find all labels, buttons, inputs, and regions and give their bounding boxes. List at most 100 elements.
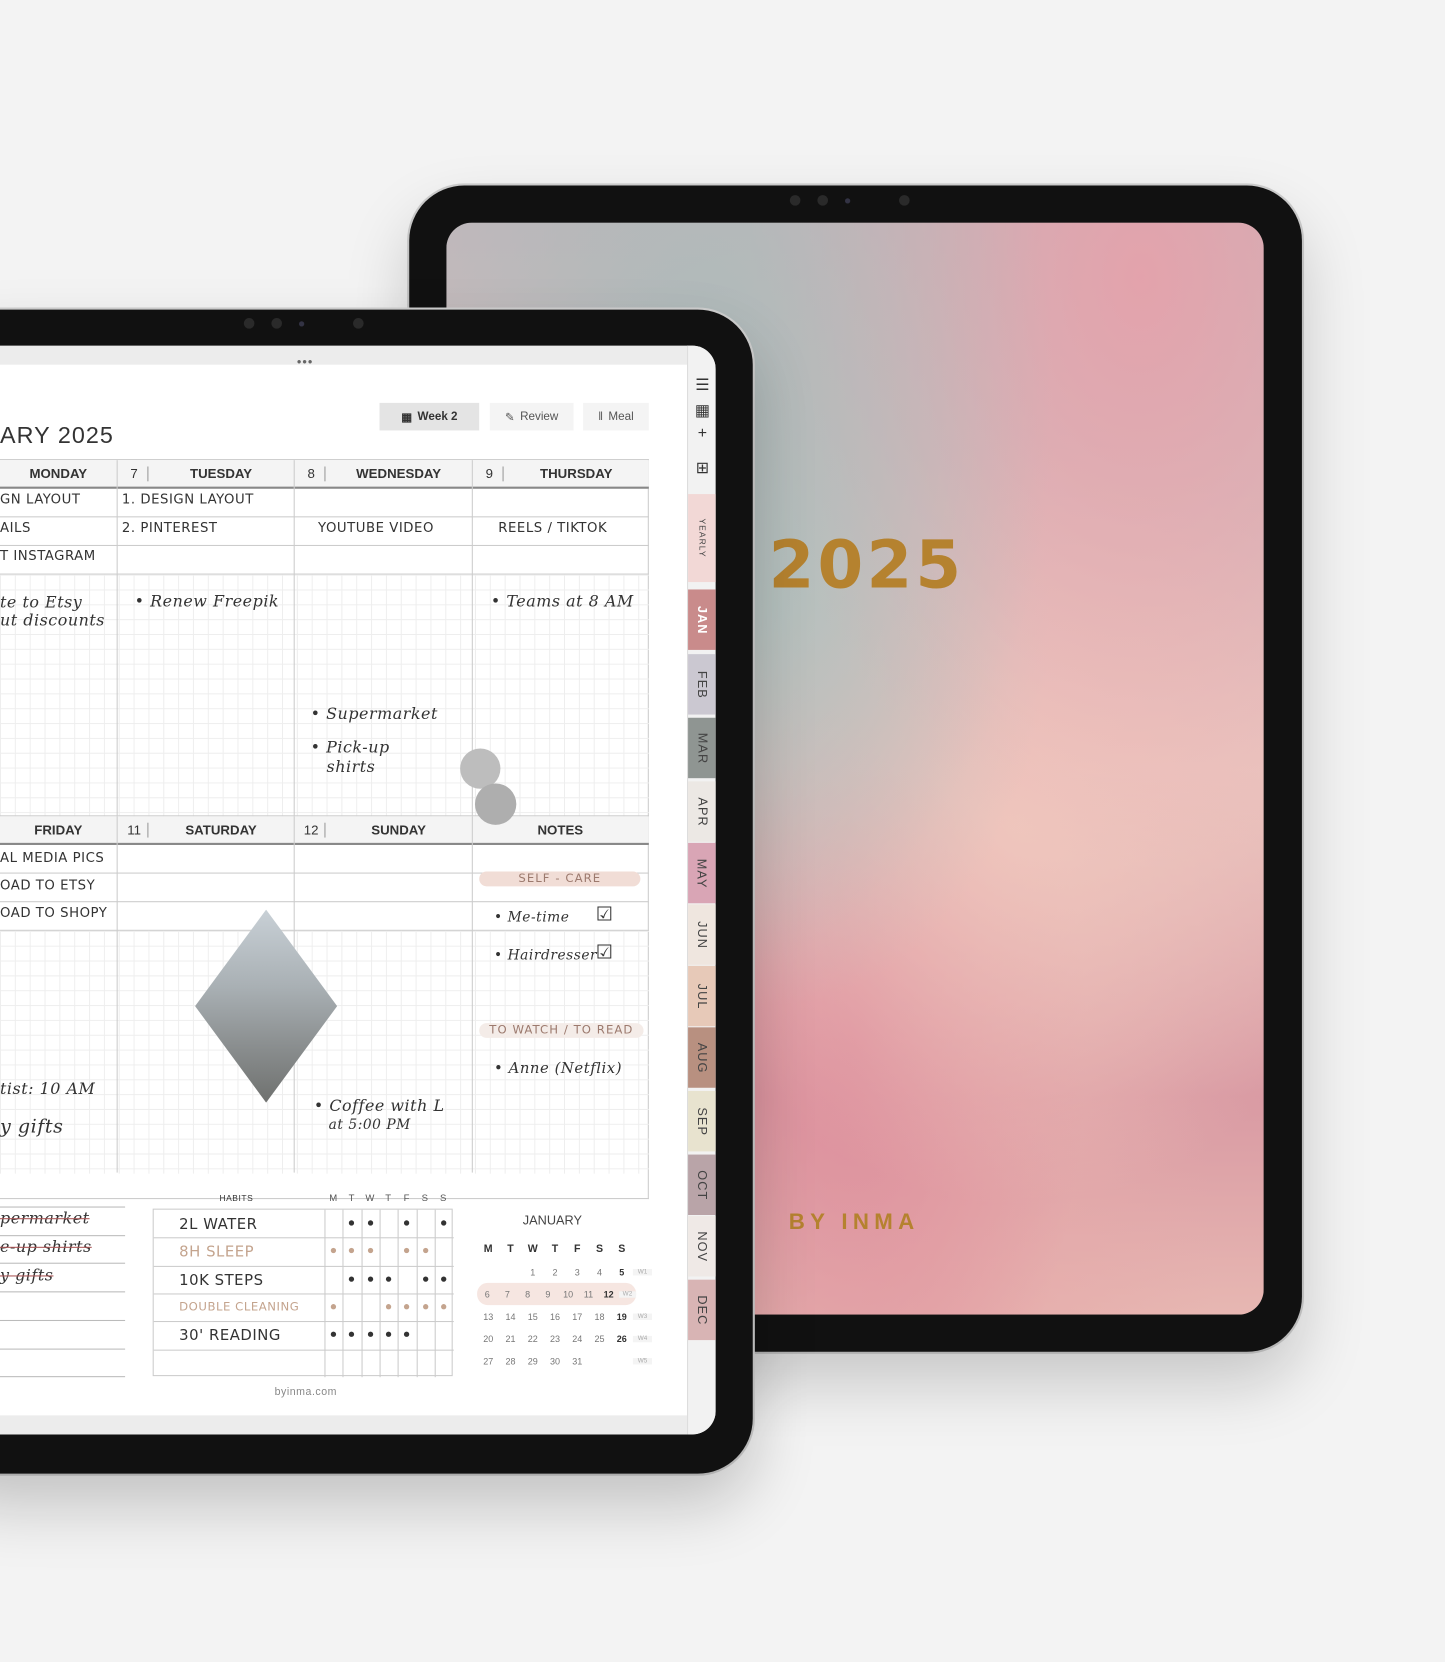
calendar-day[interactable]: 3	[566, 1266, 588, 1277]
calendar-day[interactable]: 6	[477, 1289, 497, 1300]
week-link[interactable]: W2	[618, 1290, 637, 1298]
plus-icon[interactable]: +	[692, 424, 712, 442]
tab-jun[interactable]: JUN	[688, 904, 716, 965]
handwritten-entry[interactable]: T INSTAGRAM	[0, 547, 96, 563]
tab-oct[interactable]: OCT	[688, 1154, 716, 1215]
habit-dot[interactable]	[385, 1331, 392, 1338]
calendar-day[interactable]: 27	[477, 1355, 499, 1366]
checkbox-checked-icon[interactable]: ☑	[596, 941, 614, 963]
tab-jul[interactable]: JUL	[688, 965, 716, 1027]
handwritten-entry[interactable]: tist: 10 AM	[0, 1079, 95, 1098]
habit-dot[interactable]	[349, 1331, 355, 1338]
circle-sticker[interactable]	[474, 783, 517, 825]
habit-dot[interactable]	[404, 1220, 410, 1226]
calendar-day[interactable]: 14	[499, 1311, 521, 1322]
habit-dot[interactable]	[440, 1303, 447, 1310]
habit-dot[interactable]	[422, 1248, 428, 1254]
handwritten-entry[interactable]: te to Etsy	[0, 593, 82, 612]
calendar-day[interactable]: 25	[588, 1333, 610, 1344]
tab-aug[interactable]: AUG	[688, 1027, 716, 1088]
handwritten-entry[interactable]: at 5:00 PM	[329, 1117, 411, 1133]
handwritten-entry[interactable]: • Supermarket	[311, 704, 438, 723]
calendar-day[interactable]: 15	[522, 1311, 544, 1322]
calendar-day[interactable]: 29	[522, 1355, 544, 1366]
tab-apr[interactable]: APR	[688, 781, 716, 842]
habit-dot[interactable]	[330, 1248, 337, 1254]
habit-dot[interactable]	[349, 1248, 355, 1254]
habit-dot[interactable]	[385, 1276, 392, 1282]
calendar-day[interactable]: 22	[522, 1333, 544, 1344]
handwritten-entry[interactable]: • Renew Freepik	[135, 592, 279, 611]
handwritten-entry[interactable]: • Anne (Netflix)	[494, 1060, 622, 1077]
handwritten-entry[interactable]: OAD TO ETSY	[0, 877, 95, 893]
calendar-day[interactable]: 20	[477, 1333, 499, 1344]
calendar-day[interactable]: 30	[544, 1355, 566, 1366]
handwritten-entry[interactable]: OAD TO SHOPY	[0, 904, 107, 920]
calendar-day[interactable]: 16	[544, 1311, 566, 1322]
calendar-day[interactable]: 26	[611, 1333, 633, 1344]
calendar-day[interactable]: 17	[566, 1311, 588, 1322]
handwritten-entry[interactable]: • Pick-up	[311, 738, 390, 757]
menu-icon[interactable]: ☰	[692, 375, 712, 394]
habit-dot[interactable]	[404, 1303, 410, 1310]
meal-button[interactable]: ǁ Meal	[583, 402, 649, 431]
tab-may[interactable]: MAY	[688, 842, 716, 904]
handwritten-entry[interactable]: ut discounts	[0, 611, 105, 630]
calendar-day[interactable]: 7	[497, 1289, 517, 1300]
todo-item-done[interactable]: y gifts	[0, 1266, 53, 1285]
handwritten-entry[interactable]: 1. DESIGN LAYOUT	[122, 491, 254, 507]
week-link[interactable]: W5	[632, 1357, 653, 1364]
todo-item-done[interactable]: permarket	[0, 1209, 90, 1228]
habit-dot[interactable]	[422, 1303, 428, 1310]
week-2-button[interactable]: ▦ Week 2	[379, 402, 480, 431]
handwritten-entry[interactable]: AL MEDIA PICS	[0, 849, 104, 865]
habit-dot[interactable]	[422, 1276, 428, 1282]
handwritten-entry[interactable]: • Teams at 8 AM	[491, 592, 634, 611]
habit-dot[interactable]	[349, 1220, 355, 1226]
week-link[interactable]: W4	[632, 1335, 653, 1342]
calendar-day[interactable]: 4	[588, 1266, 610, 1277]
calendar-day[interactable]: 2	[544, 1266, 566, 1277]
calendar-day[interactable]: 9	[538, 1289, 558, 1300]
handwritten-entry[interactable]: REELS / TIKTOK	[498, 519, 607, 535]
calendar-icon[interactable]: ▦	[692, 401, 712, 420]
calendar-day[interactable]: 1	[522, 1266, 544, 1277]
habit-dot[interactable]	[440, 1276, 447, 1282]
habit-dot[interactable]	[385, 1303, 392, 1310]
calendar-day[interactable]: 18	[588, 1311, 610, 1322]
calendar-day[interactable]: 10	[558, 1289, 578, 1300]
handwritten-entry[interactable]: 2. PINTEREST	[122, 519, 218, 535]
tab-jan[interactable]: JAN	[688, 589, 716, 650]
week-link[interactable]: W1	[632, 1268, 653, 1275]
tab-yearly[interactable]: YEARLY	[688, 494, 716, 583]
tab-feb[interactable]: FEB	[688, 654, 716, 715]
handwritten-entry[interactable]: AILS	[0, 519, 31, 535]
review-button[interactable]: ✎ Review	[489, 402, 574, 431]
habit-dot[interactable]	[367, 1220, 373, 1226]
handwritten-entry[interactable]: shirts	[327, 757, 376, 776]
calendar-day[interactable]: 31	[566, 1355, 588, 1366]
habit-dot[interactable]	[330, 1331, 337, 1338]
calendar-day[interactable]: 24	[566, 1333, 588, 1344]
tab-sep[interactable]: SEP	[688, 1090, 716, 1152]
week-link[interactable]: W3	[632, 1313, 653, 1320]
calendar-day[interactable]: 13	[477, 1311, 499, 1322]
handwritten-entry[interactable]: • Hairdresser	[494, 948, 597, 964]
calendar-day[interactable]: 23	[544, 1333, 566, 1344]
calendar-day[interactable]: 5	[611, 1266, 633, 1277]
handwritten-entry[interactable]: GN LAYOUT	[0, 491, 80, 507]
handwritten-entry[interactable]: YOUTUBE VIDEO	[318, 519, 434, 535]
handwritten-entry[interactable]: • Me-time	[494, 910, 569, 926]
habit-dot[interactable]	[404, 1331, 410, 1338]
calendar-day[interactable]: 21	[499, 1333, 521, 1344]
handwritten-entry[interactable]: y gifts	[0, 1115, 63, 1137]
tab-nov[interactable]: NOV	[688, 1216, 716, 1277]
calendar-add-icon[interactable]: ⊞	[692, 458, 712, 477]
calendar-day[interactable]: 8	[518, 1289, 538, 1300]
habit-dot[interactable]	[330, 1303, 337, 1310]
calendar-day[interactable]: 11	[578, 1289, 598, 1300]
habit-dot[interactable]	[367, 1248, 373, 1254]
habit-dot[interactable]	[349, 1276, 355, 1282]
handwritten-entry[interactable]: • Coffee with L	[314, 1096, 445, 1115]
footer-link[interactable]: byinma.com	[275, 1387, 337, 1399]
